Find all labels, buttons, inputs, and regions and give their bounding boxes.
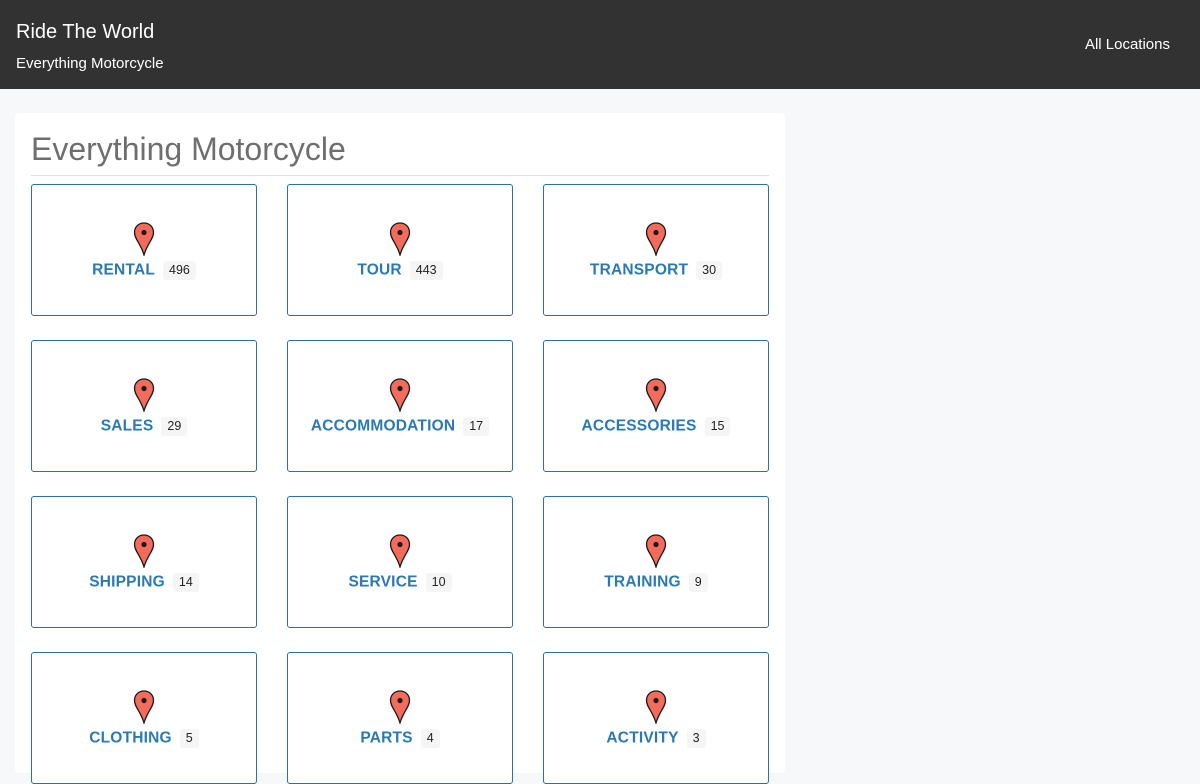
category-count-badge: 3 bbox=[686, 729, 706, 748]
top-navbar: Ride The World Everything Motorcycle All… bbox=[0, 0, 1200, 89]
category-tile-sales[interactable]: SALES 29 bbox=[31, 340, 257, 472]
category-tile-parts[interactable]: PARTS 4 bbox=[287, 652, 513, 784]
all-locations-link[interactable]: All Locations bbox=[1085, 35, 1170, 55]
category-label[interactable]: ACTIVITY bbox=[606, 730, 678, 747]
category-count-badge: 5 bbox=[179, 729, 199, 748]
map-pin-icon bbox=[645, 690, 667, 724]
category-count-badge: 15 bbox=[704, 417, 731, 436]
map-pin-icon bbox=[133, 534, 155, 568]
map-pin-icon bbox=[389, 378, 411, 412]
map-pin-icon bbox=[133, 690, 155, 724]
category-tile-rental[interactable]: RENTAL 496 bbox=[31, 184, 257, 316]
category-tile-tour[interactable]: TOUR 443 bbox=[287, 184, 513, 316]
category-label[interactable]: RENTAL bbox=[92, 262, 155, 279]
map-pin-icon bbox=[389, 222, 411, 256]
category-count-badge: 496 bbox=[163, 261, 196, 280]
title-divider bbox=[31, 175, 769, 176]
category-tile-transport[interactable]: TRANSPORT 30 bbox=[543, 184, 769, 316]
category-label[interactable]: SALES bbox=[101, 418, 154, 435]
category-count-badge: 17 bbox=[463, 417, 490, 436]
map-pin-icon bbox=[645, 534, 667, 568]
category-tile-service[interactable]: SERVICE 10 bbox=[287, 496, 513, 628]
category-count-badge: 14 bbox=[172, 573, 199, 592]
category-count-badge: 443 bbox=[409, 261, 443, 280]
category-label[interactable]: SERVICE bbox=[348, 574, 417, 591]
map-pin-icon bbox=[645, 222, 667, 256]
category-tile-shipping[interactable]: SHIPPING 14 bbox=[31, 496, 257, 628]
category-label[interactable]: ACCESSORIES bbox=[582, 418, 697, 435]
category-count-badge: 4 bbox=[420, 729, 440, 748]
brand-title[interactable]: Ride The World bbox=[16, 19, 154, 45]
category-tile-accessories[interactable]: ACCESSORIES 15 bbox=[543, 340, 769, 472]
page-title: Everything Motorcycle bbox=[31, 131, 346, 167]
brand-subtitle[interactable]: Everything Motorcycle bbox=[16, 54, 164, 74]
category-label[interactable]: TOUR bbox=[357, 262, 401, 279]
categories-panel: Everything Motorcycle RENTAL 496 TOUR 443 bbox=[15, 113, 785, 784]
category-tile-accommodation[interactable]: ACCOMMODATION 17 bbox=[287, 340, 513, 472]
category-label[interactable]: ACCOMMODATION bbox=[311, 418, 455, 435]
category-label[interactable]: TRANSPORT bbox=[590, 262, 688, 279]
category-count-badge: 9 bbox=[688, 573, 708, 592]
category-count-badge: 10 bbox=[425, 573, 452, 592]
map-pin-icon bbox=[133, 222, 155, 256]
category-label[interactable]: PARTS bbox=[360, 730, 412, 747]
category-count-badge: 30 bbox=[696, 261, 723, 280]
category-grid: RENTAL 496 TOUR 443 TRANSPORT 30 SALES 2… bbox=[31, 184, 771, 784]
map-pin-icon bbox=[645, 378, 667, 412]
category-tile-activity[interactable]: ACTIVITY 3 bbox=[543, 652, 769, 784]
category-label[interactable]: TRAINING bbox=[604, 574, 681, 591]
map-pin-icon bbox=[389, 534, 411, 568]
category-tile-training[interactable]: TRAINING 9 bbox=[543, 496, 769, 628]
category-tile-clothing[interactable]: CLOTHING 5 bbox=[31, 652, 257, 784]
map-pin-icon bbox=[389, 690, 411, 724]
category-count-badge: 29 bbox=[161, 417, 188, 436]
category-label[interactable]: SHIPPING bbox=[89, 574, 165, 591]
category-label[interactable]: CLOTHING bbox=[89, 730, 172, 747]
map-pin-icon bbox=[133, 378, 155, 412]
